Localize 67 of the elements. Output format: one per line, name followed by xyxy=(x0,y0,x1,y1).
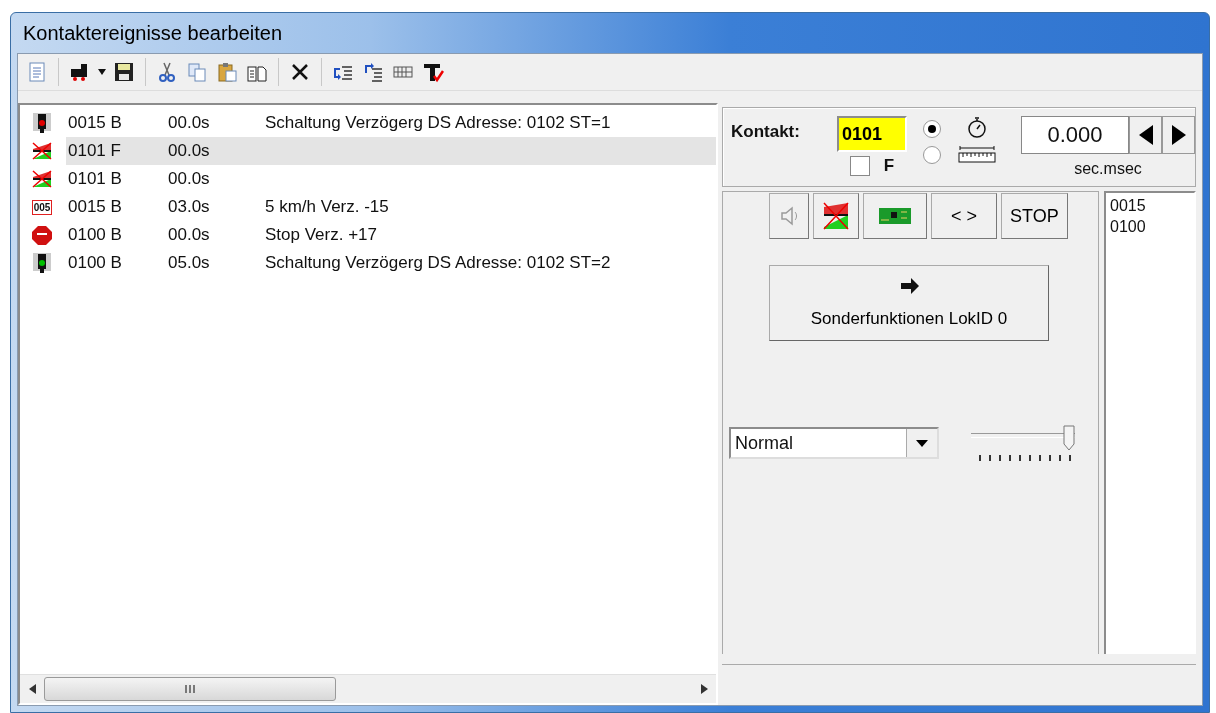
contact-button[interactable] xyxy=(813,193,859,239)
event-row[interactable]: 0100 B 05.0s Schaltung Verzögerg DS Adresse: 0102 ST=2 xyxy=(66,249,716,277)
description-cell: Schaltung Verzögerg DS Adresse: 0102 ST=1 xyxy=(265,113,611,133)
right-arrow-icon xyxy=(1171,125,1186,145)
crossed-contact-icon xyxy=(31,169,53,189)
signal-icon xyxy=(31,113,53,133)
f-checkbox[interactable] xyxy=(849,156,870,176)
address-cell-text: 0100 B xyxy=(67,253,123,273)
contact-label: Kontakt: xyxy=(731,122,801,142)
event-row[interactable]: 0101 B 00.0s xyxy=(66,165,716,193)
description-cell: Stop Verz. +17 xyxy=(265,225,377,245)
list-item[interactable]: 0100 xyxy=(1110,216,1190,237)
f-label: F xyxy=(883,156,895,176)
speed-badge: 005 xyxy=(31,199,53,215)
description-cell: 5 km/h Verz. -15 xyxy=(265,197,389,217)
ruler-icon xyxy=(957,144,997,166)
decrease-button[interactable] xyxy=(1129,116,1162,154)
traffic-signal-icon xyxy=(31,253,53,273)
event-row[interactable]: 0100 B 00.0s Stop Verz. +17 xyxy=(66,221,716,249)
caret-icon[interactable] xyxy=(98,69,106,75)
action-button[interactable]: < > xyxy=(931,193,997,239)
horizontal-scrollbar[interactable] xyxy=(20,674,716,703)
unit-label: sec.msec xyxy=(1074,160,1142,178)
address-cell-text: 0101 B xyxy=(67,169,123,189)
scroll-left-icon[interactable] xyxy=(28,684,36,694)
time-radio[interactable] xyxy=(923,120,941,138)
slider-thumb[interactable] xyxy=(1063,425,1075,451)
duration-field[interactable]: 0.000 xyxy=(1021,116,1129,154)
scroll-right-icon[interactable] xyxy=(700,684,708,694)
contact-field[interactable]: 0101 xyxy=(837,116,907,152)
cut-icon[interactable] xyxy=(156,61,178,83)
time-cell-text: 03.0s xyxy=(168,197,211,217)
caret-icon xyxy=(916,439,928,447)
outdent-icon[interactable] xyxy=(362,61,384,83)
stop-sign-icon xyxy=(31,224,53,246)
address-cell-text: 0100 B xyxy=(67,225,123,245)
speaker-icon xyxy=(778,205,800,227)
time-cell-text: 00.0s xyxy=(168,113,211,133)
address-cell-text: 0101 F xyxy=(67,141,122,161)
distance-radio[interactable] xyxy=(923,146,941,164)
text-check-icon[interactable] xyxy=(422,61,444,83)
time-cell-text: 00.0s xyxy=(168,169,211,189)
arrow-icon xyxy=(899,277,919,295)
increase-button[interactable] xyxy=(1162,116,1195,154)
list-item[interactable]: 0015 xyxy=(1110,195,1190,216)
paste-icon[interactable] xyxy=(216,61,238,83)
address-list[interactable]: 0015 0100 xyxy=(1104,191,1196,654)
time-cell-text: 05.0s xyxy=(168,253,211,273)
sound-button[interactable] xyxy=(769,193,809,239)
event-row[interactable]: 0015 B 03.0s 5 km/h Verz. -15 xyxy=(66,193,716,221)
decoder-button[interactable] xyxy=(863,193,927,239)
event-row[interactable]: 0101 F 00.0s xyxy=(66,137,716,165)
description-cell: Schaltung Verzögerg DS Adresse: 0102 ST=2 xyxy=(265,253,611,273)
crossed-contact-icon xyxy=(822,201,850,231)
address-cell-text: 0015 B xyxy=(67,197,123,217)
address-cell-text: 0015 B xyxy=(67,113,123,133)
save-icon[interactable] xyxy=(113,61,135,83)
crossed-contact-icon xyxy=(31,141,53,161)
time-cell-text: 00.0s xyxy=(168,141,211,161)
action-button[interactable]: STOP xyxy=(1001,193,1068,239)
window-title: Kontaktereignisse bearbeiten xyxy=(22,20,284,46)
mode-dropdown[interactable]: Normal xyxy=(729,427,939,459)
time-cell-text: 00.0s xyxy=(168,225,211,245)
left-arrow-icon xyxy=(1138,125,1153,145)
event-row[interactable]: 0015 B 00.0s Schaltung Verzögerg DS Adresse: 0102 ST=1 xyxy=(66,109,716,137)
special-functions-button[interactable]: Sonderfunktionen LokID 0 xyxy=(769,265,1049,341)
scroll-thumb[interactable] xyxy=(44,677,336,701)
